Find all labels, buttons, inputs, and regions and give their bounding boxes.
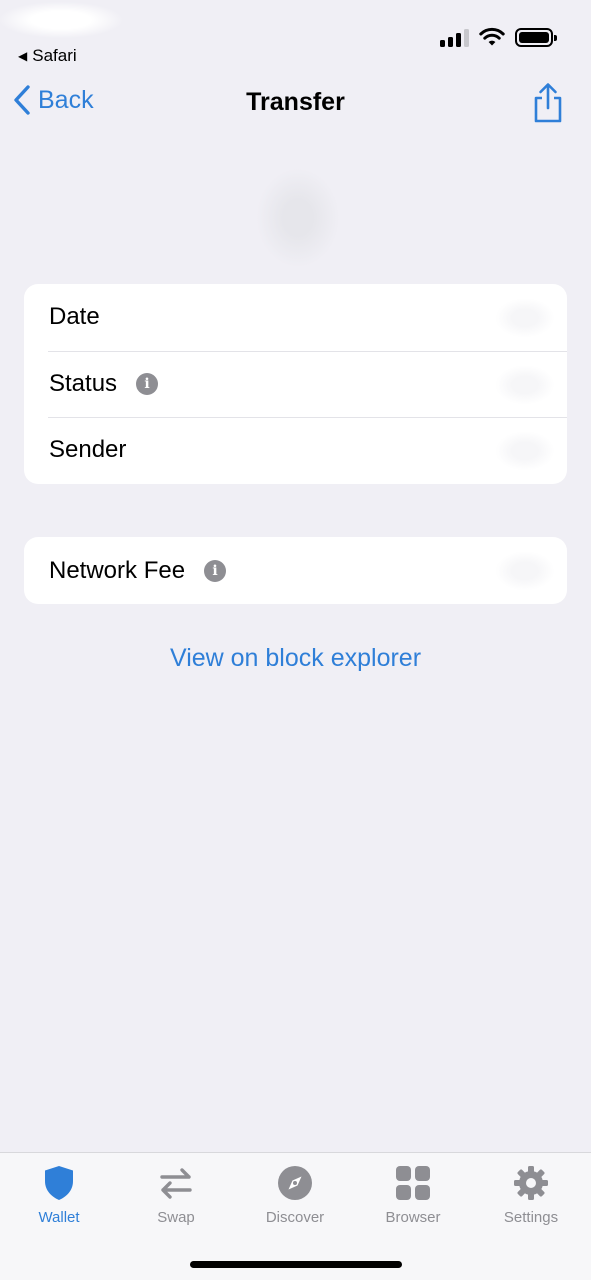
system-icons	[440, 27, 557, 47]
tab-settings[interactable]: Settings	[472, 1163, 590, 1226]
back-to-app-button[interactable]: ◀ Safari	[18, 46, 77, 66]
back-triangle-icon: ◀	[18, 49, 28, 63]
detail-label: Date	[49, 303, 100, 331]
share-icon	[534, 83, 562, 123]
gear-icon	[514, 1166, 548, 1200]
detail-row-network-fee: Network Fee i	[24, 537, 567, 604]
transfer-details-card: Date Status i Sender	[24, 284, 567, 484]
swap-arrows-icon	[160, 1168, 192, 1199]
info-icon[interactable]: i	[136, 372, 159, 395]
share-button[interactable]	[531, 82, 565, 124]
tab-discover[interactable]: Discover	[236, 1163, 354, 1226]
detail-label: Sender	[49, 436, 127, 464]
detail-row-date: Date	[24, 284, 567, 351]
grid-icon	[396, 1166, 430, 1200]
wifi-icon	[479, 27, 505, 46]
blurred-time	[0, 2, 122, 38]
info-icon[interactable]: i	[204, 559, 227, 582]
home-indicator	[190, 1261, 402, 1268]
tab-wallet[interactable]: Wallet	[0, 1163, 118, 1226]
tab-bar: Wallet Swap Discover Browser Settings	[0, 1152, 591, 1280]
compass-icon	[278, 1166, 312, 1200]
tab-swap[interactable]: Swap	[117, 1163, 235, 1226]
tab-label: Swap	[157, 1209, 195, 1226]
back-to-app-label: Safari	[32, 46, 77, 65]
tab-label: Settings	[503, 1209, 559, 1226]
nav-bar: Back Transfer	[0, 78, 591, 132]
view-on-explorer-link[interactable]: View on block explorer	[0, 644, 591, 673]
shield-icon	[45, 1166, 73, 1200]
status-bar: ◀ Safari	[0, 0, 591, 72]
tab-label: Browser	[385, 1209, 441, 1226]
blurred-value	[495, 364, 555, 405]
battery-icon	[515, 27, 557, 47]
blurred-value	[495, 298, 555, 338]
tab-label: Wallet	[38, 1209, 80, 1226]
page-title: Transfer	[246, 88, 345, 116]
network-fee-card: Network Fee i	[24, 537, 567, 604]
transfer-screen: ◀ Safari Back Transfer Date Status i Sen…	[0, 0, 591, 1280]
detail-row-sender: Sender	[24, 417, 567, 484]
tab-label: Discover	[265, 1209, 325, 1226]
token-icon	[256, 168, 340, 268]
detail-label: Status	[49, 369, 118, 397]
cellular-signal-icon	[440, 27, 469, 47]
detail-row-status: Status i	[24, 350, 567, 418]
tab-browser[interactable]: Browser	[354, 1163, 472, 1226]
blurred-value	[495, 551, 555, 591]
detail-label: Network Fee	[49, 556, 186, 584]
blurred-value	[495, 431, 555, 471]
